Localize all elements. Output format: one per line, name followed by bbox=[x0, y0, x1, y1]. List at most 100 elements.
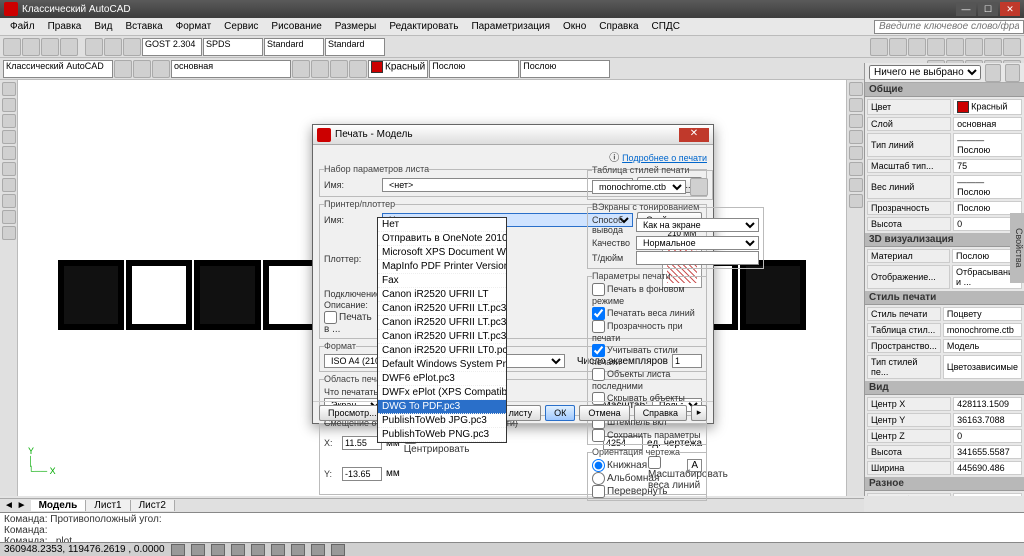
plot-option-checkbox[interactable]: Печатать веса линий bbox=[592, 308, 695, 318]
tool-icon[interactable] bbox=[889, 38, 907, 56]
draw-tool-icon[interactable] bbox=[2, 226, 16, 240]
quickselect-icon[interactable] bbox=[1005, 64, 1021, 82]
plot-option-checkbox[interactable]: Печать в фоновом режиме bbox=[592, 284, 685, 306]
props-group-header[interactable]: Стиль печати bbox=[865, 291, 1024, 305]
menu-view[interactable]: Вид bbox=[88, 19, 118, 34]
printer-option[interactable]: DWFx ePlot (XPS Compatible).pc3 bbox=[378, 386, 506, 400]
color-select[interactable]: Красный bbox=[368, 60, 428, 78]
property-value[interactable]: Красный bbox=[953, 99, 1022, 115]
help-button[interactable]: Справка bbox=[634, 405, 687, 421]
preview-button[interactable]: Просмотр... bbox=[319, 405, 386, 421]
property-value[interactable]: ——— Послою bbox=[953, 133, 1022, 157]
property-row[interactable]: Слойосновная bbox=[867, 117, 1022, 131]
printer-option[interactable]: Canon iR2520 UFRII LT.pc3456789.pc3 bbox=[378, 330, 506, 344]
menu-parametric[interactable]: Параметризация bbox=[465, 19, 556, 34]
spds-select[interactable]: SPDS bbox=[203, 38, 263, 56]
menu-tools[interactable]: Сервис bbox=[218, 19, 264, 34]
draw-tool-icon[interactable] bbox=[2, 162, 16, 176]
offset-y-input[interactable] bbox=[342, 467, 382, 481]
standard1-select[interactable]: Standard bbox=[264, 38, 324, 56]
property-row[interactable]: Центр Z0 bbox=[867, 429, 1022, 443]
plot-option-checkbox[interactable]: Учитывать стили печати bbox=[592, 345, 678, 367]
printer-option[interactable]: Canon iR2520 UFRII LT.pc34444446.pc3 bbox=[378, 316, 506, 330]
props-group-header[interactable]: Вид bbox=[865, 381, 1024, 395]
property-row[interactable]: Высота0 bbox=[867, 217, 1022, 231]
property-row[interactable]: ПрозрачностьПослою bbox=[867, 201, 1022, 215]
menu-window[interactable]: Окно bbox=[557, 19, 592, 34]
otrack-toggle[interactable] bbox=[271, 544, 285, 556]
printer-option[interactable]: Default Windows System Printer.pc3 bbox=[378, 358, 506, 372]
orient-landscape-radio[interactable]: Альбомная bbox=[592, 473, 659, 483]
property-value[interactable]: Цветозависимые bbox=[943, 355, 1022, 379]
offset-x-input[interactable] bbox=[342, 436, 382, 450]
property-value[interactable]: 445690.486 bbox=[953, 461, 1022, 475]
plot-option-checkbox[interactable]: Сохранить параметры bbox=[592, 430, 701, 440]
dialog-close-button[interactable]: ✕ bbox=[679, 128, 709, 142]
shade-mode-select[interactable]: Как на экране bbox=[636, 218, 759, 232]
property-value[interactable]: ——— Послою bbox=[953, 175, 1022, 199]
modify-tool-icon[interactable] bbox=[849, 162, 863, 176]
modify-tool-icon[interactable] bbox=[849, 130, 863, 144]
plot-option-checkbox[interactable]: Прозрачность при печати bbox=[592, 321, 683, 343]
grid-toggle[interactable] bbox=[191, 544, 205, 556]
tool-icon[interactable] bbox=[927, 38, 945, 56]
plot-style-select[interactable]: monochrome.ctb bbox=[592, 180, 686, 194]
tab-model[interactable]: Модель bbox=[31, 500, 87, 511]
property-value[interactable]: Модель bbox=[943, 339, 1022, 353]
dialog-titlebar[interactable]: Печать - Модель ✕ bbox=[313, 125, 713, 145]
linetype-select[interactable]: Послою bbox=[429, 60, 519, 78]
tool-icon[interactable] bbox=[946, 38, 964, 56]
draw-tool-icon[interactable] bbox=[2, 178, 16, 192]
dyn-toggle[interactable] bbox=[311, 544, 325, 556]
maximize-button[interactable]: ☐ bbox=[978, 2, 998, 16]
draw-tool-icon[interactable] bbox=[2, 130, 16, 144]
draw-tool-icon[interactable] bbox=[2, 194, 16, 208]
tab-layout1[interactable]: Лист1 bbox=[86, 500, 130, 511]
property-value[interactable]: 0 bbox=[953, 429, 1022, 443]
tool-icon[interactable] bbox=[908, 38, 926, 56]
menu-file[interactable]: Файл bbox=[4, 19, 41, 34]
menu-help[interactable]: Справка bbox=[593, 19, 644, 34]
modify-tool-icon[interactable] bbox=[849, 178, 863, 192]
plot-option-checkbox[interactable]: Объекты листа последними bbox=[592, 369, 670, 391]
property-row[interactable]: Масштаб тип...75 bbox=[867, 159, 1022, 173]
menu-dimension[interactable]: Размеры bbox=[329, 19, 383, 34]
property-row[interactable]: Тип стилей пе...Цветозависимые bbox=[867, 355, 1022, 379]
props-group-header[interactable]: Общие bbox=[865, 83, 1024, 97]
snap-toggle[interactable] bbox=[171, 544, 185, 556]
tool-icon[interactable] bbox=[292, 60, 310, 78]
command-line[interactable]: Команда: Противоположный угол: Команда: … bbox=[0, 512, 1024, 542]
draw-tool-icon[interactable] bbox=[2, 210, 16, 224]
tool-icon[interactable] bbox=[349, 60, 367, 78]
menu-modify[interactable]: Редактировать bbox=[383, 19, 464, 34]
property-value[interactable]: 341655.5587 bbox=[953, 445, 1022, 459]
lineweight-select[interactable]: Послою bbox=[520, 60, 610, 78]
expand-button[interactable]: ▸ bbox=[691, 405, 707, 421]
ortho-toggle[interactable] bbox=[211, 544, 225, 556]
menu-insert[interactable]: Вставка bbox=[119, 19, 168, 34]
printer-option[interactable]: DWF6 ePlot.pc3 bbox=[378, 372, 506, 386]
edit-style-button[interactable] bbox=[690, 178, 708, 196]
printer-option[interactable]: Отправить в OneNote 2010 bbox=[378, 232, 506, 246]
tool-icon[interactable] bbox=[133, 60, 151, 78]
plot-to-file-checkbox[interactable]: Печать в ... bbox=[324, 311, 378, 335]
property-row[interactable]: МатериалПослою bbox=[867, 249, 1022, 263]
property-value[interactable]: 428113.1509 bbox=[953, 397, 1022, 411]
modify-tool-icon[interactable] bbox=[849, 98, 863, 112]
toggle-pim-icon[interactable] bbox=[985, 64, 1001, 82]
property-value[interactable]: 36163.7088 bbox=[953, 413, 1022, 427]
printer-option[interactable]: Microsoft XPS Document Writer bbox=[378, 246, 506, 260]
property-row[interactable]: Ширина445690.486 bbox=[867, 461, 1022, 475]
workspace-select[interactable]: Классический AutoCAD bbox=[3, 60, 113, 78]
ducs-toggle[interactable] bbox=[291, 544, 305, 556]
printer-option[interactable]: PublishToWeb PNG.pc3 bbox=[378, 428, 506, 442]
draw-tool-icon[interactable] bbox=[2, 98, 16, 112]
cancel-button[interactable]: Отмена bbox=[579, 405, 629, 421]
tool-icon[interactable] bbox=[965, 38, 983, 56]
tool-icon[interactable] bbox=[123, 38, 141, 56]
tool-icon[interactable] bbox=[104, 38, 122, 56]
tool-icon[interactable] bbox=[60, 38, 78, 56]
tab-layout2[interactable]: Лист2 bbox=[131, 500, 175, 511]
menu-spds[interactable]: СПДС bbox=[646, 19, 686, 34]
close-button[interactable]: ✕ bbox=[1000, 2, 1020, 16]
